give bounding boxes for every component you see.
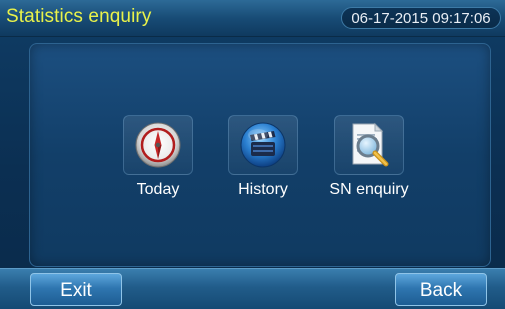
film-clapper-icon — [228, 115, 298, 175]
datetime-display: 06-17-2015 09:17:06 — [341, 7, 501, 29]
compass-icon — [123, 115, 193, 175]
menu-item-today-label: Today — [136, 181, 180, 198]
title-bar: Statistics enquiry 06-17-2015 09:17:06 — [0, 0, 505, 37]
menu-item-sn-enquiry[interactable]: SN enquiry — [324, 115, 414, 199]
page-title: Statistics enquiry — [6, 6, 152, 27]
menu-item-sn-enquiry-label: SN enquiry — [329, 181, 409, 198]
menu-item-history-label: History — [238, 181, 288, 198]
menu-item-history[interactable]: History — [218, 115, 308, 199]
document-search-icon — [334, 115, 404, 175]
menu-item-today[interactable]: Today — [113, 115, 203, 199]
back-button[interactable]: Back — [395, 273, 487, 306]
exit-button[interactable]: Exit — [30, 273, 122, 306]
